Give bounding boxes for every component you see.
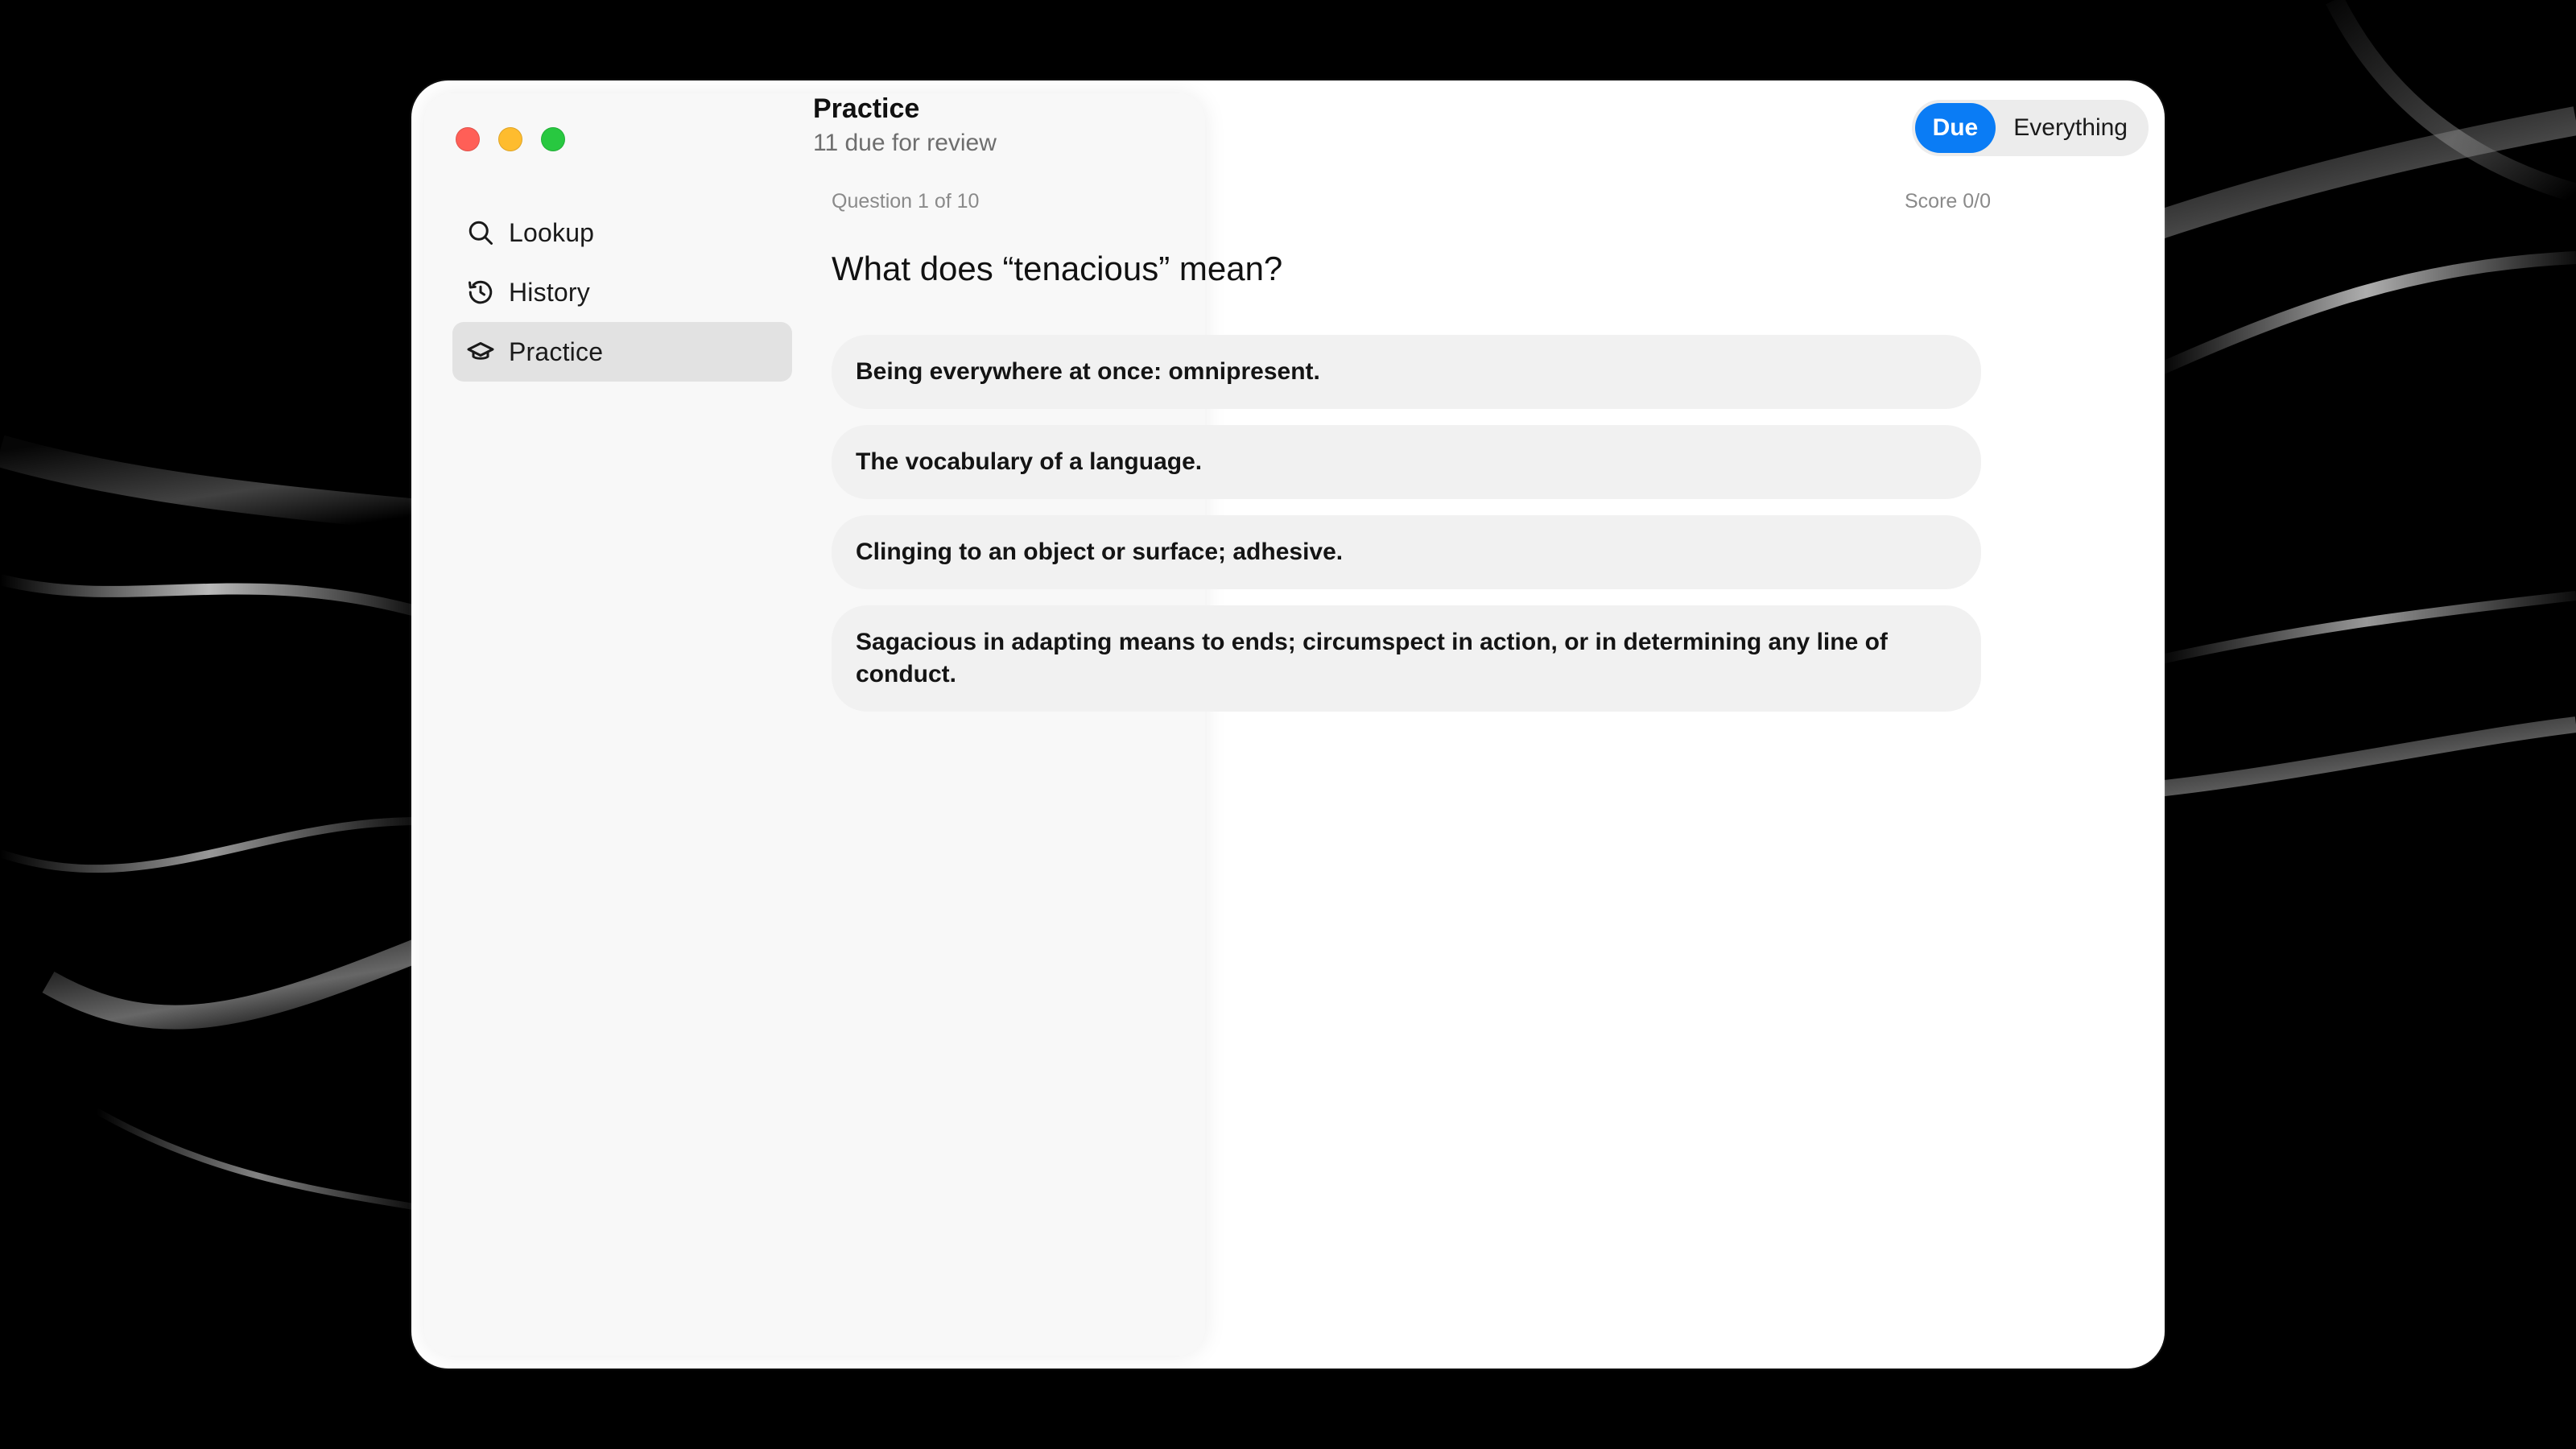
close-window-button[interactable] — [456, 127, 480, 151]
question-progress: Question 1 of 10 — [832, 190, 980, 213]
sidebar-item-practice[interactable]: Practice — [452, 322, 792, 382]
question-text: What does “tenacious” mean? — [832, 250, 1283, 287]
segment-due[interactable]: Due — [1914, 103, 1996, 153]
answer-options: Being everywhere at once: omnipresent. T… — [832, 335, 1981, 728]
main-content: Practice 11 due for review Due Everythin… — [805, 80, 2165, 1368]
search-icon — [465, 217, 496, 248]
sidebar-item-lookup[interactable]: Lookup — [452, 203, 792, 262]
score-label: Score 0/0 — [1904, 190, 1991, 213]
minimize-window-button[interactable] — [498, 127, 522, 151]
sidebar-nav: Lookup History Practice — [452, 203, 792, 382]
filter-segmented-control: Due Everything — [1911, 100, 2149, 156]
app-window: Lookup History Practice Practice 11 due … — [411, 80, 2165, 1368]
sidebar-item-label: Practice — [509, 336, 604, 366]
segment-everything[interactable]: Everything — [1996, 103, 2145, 153]
history-icon — [465, 277, 496, 308]
zoom-window-button[interactable] — [541, 127, 565, 151]
sidebar-item-label: Lookup — [509, 217, 595, 247]
answer-option[interactable]: The vocabulary of a language. — [832, 425, 1981, 499]
sidebar-item-history[interactable]: History — [452, 262, 792, 322]
page-subtitle: 11 due for review — [813, 130, 997, 156]
sidebar-item-label: History — [509, 277, 590, 307]
page-title: Practice — [813, 93, 920, 124]
answer-option[interactable]: Being everywhere at once: omnipresent. — [832, 335, 1981, 409]
answer-option[interactable]: Clinging to an object or surface; adhesi… — [832, 515, 1981, 589]
answer-option[interactable]: Sagacious in adapting means to ends; cir… — [832, 605, 1981, 712]
graduation-cap-icon — [465, 336, 496, 367]
